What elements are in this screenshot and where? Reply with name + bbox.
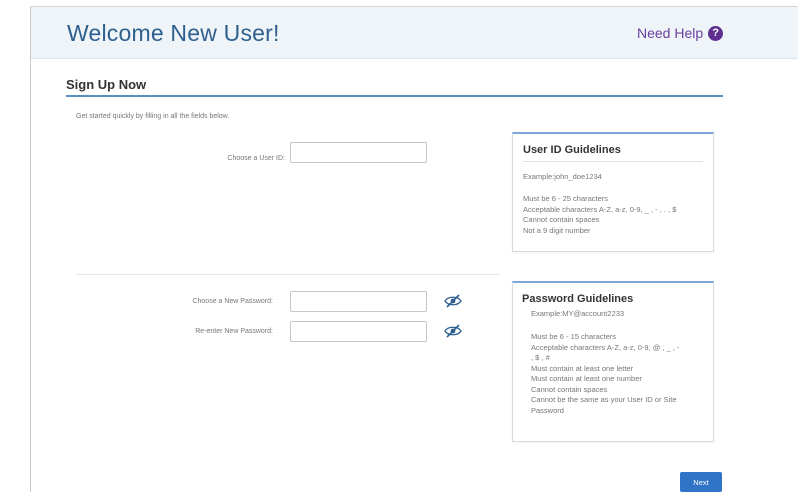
need-help-label: Need Help xyxy=(637,25,704,41)
list-item: Cannot contain spaces xyxy=(523,215,600,224)
list-item: Cannot contain spaces xyxy=(531,384,608,394)
password-example: Example:MY@account2233 xyxy=(531,309,625,318)
list-item: Must contain at least one number xyxy=(531,374,642,383)
user-id-input[interactable] xyxy=(290,142,427,163)
list-item: Must contain at least one letter xyxy=(531,363,634,373)
new-password-input[interactable] xyxy=(290,291,427,312)
user-id-label: Choose a User ID: xyxy=(227,155,285,162)
list-item: Acceptable characters A-Z, a-z, 0-9, _ ,… xyxy=(523,204,677,214)
user-id-guidelines-panel: User ID Guidelines Example:john_doe1234 … xyxy=(512,132,714,252)
form-divider xyxy=(76,274,500,275)
password-rules-list: Must be 6 - 15 characters Acceptable cha… xyxy=(522,332,703,416)
list-item: Not a 9 digit number xyxy=(523,225,591,235)
page-header: Welcome New User! Need Help ? xyxy=(31,7,798,59)
page-frame: Welcome New User! Need Help ? Sign Up No… xyxy=(30,6,798,492)
eye-slash-icon[interactable] xyxy=(444,294,462,308)
page-title: Welcome New User! xyxy=(67,20,280,46)
list-item: Acceptable characters A-Z, a-z, 0-9, @ ,… xyxy=(531,342,680,352)
need-help-link[interactable]: Need Help ? xyxy=(637,25,724,41)
user-id-guidelines-title: User ID Guidelines xyxy=(523,144,621,156)
guidelines-divider xyxy=(523,161,703,162)
list-item: Must be 6 - 25 characters xyxy=(523,194,609,203)
list-item: Must be 6 - 15 characters xyxy=(531,332,617,341)
section-title: Sign Up Now xyxy=(66,77,147,92)
question-circle-icon: ? xyxy=(708,25,724,41)
user-id-rules-list: Must be 6 - 25 characters Acceptable cha… xyxy=(523,194,703,236)
eye-slash-icon[interactable] xyxy=(444,324,462,338)
user-id-example: Example:john_doe1234 xyxy=(523,172,602,181)
reenter-password-input[interactable] xyxy=(290,321,427,342)
list-item: Cannot be the same as your User ID or Si… xyxy=(531,395,677,404)
next-button[interactable]: Next xyxy=(680,472,722,492)
password-guidelines-title: Password Guidelines xyxy=(522,293,634,305)
list-item: , $ , # xyxy=(531,353,550,362)
intro-text: Get started quickly by filling in all th… xyxy=(76,113,230,120)
section-divider xyxy=(66,95,723,97)
reenter-password-label: Re-enter New Password: xyxy=(195,328,273,335)
password-guidelines-panel: Password Guidelines Example:MY@account22… xyxy=(512,281,714,442)
list-item: Password xyxy=(531,405,564,415)
new-password-label: Choose a New Password: xyxy=(192,298,273,305)
